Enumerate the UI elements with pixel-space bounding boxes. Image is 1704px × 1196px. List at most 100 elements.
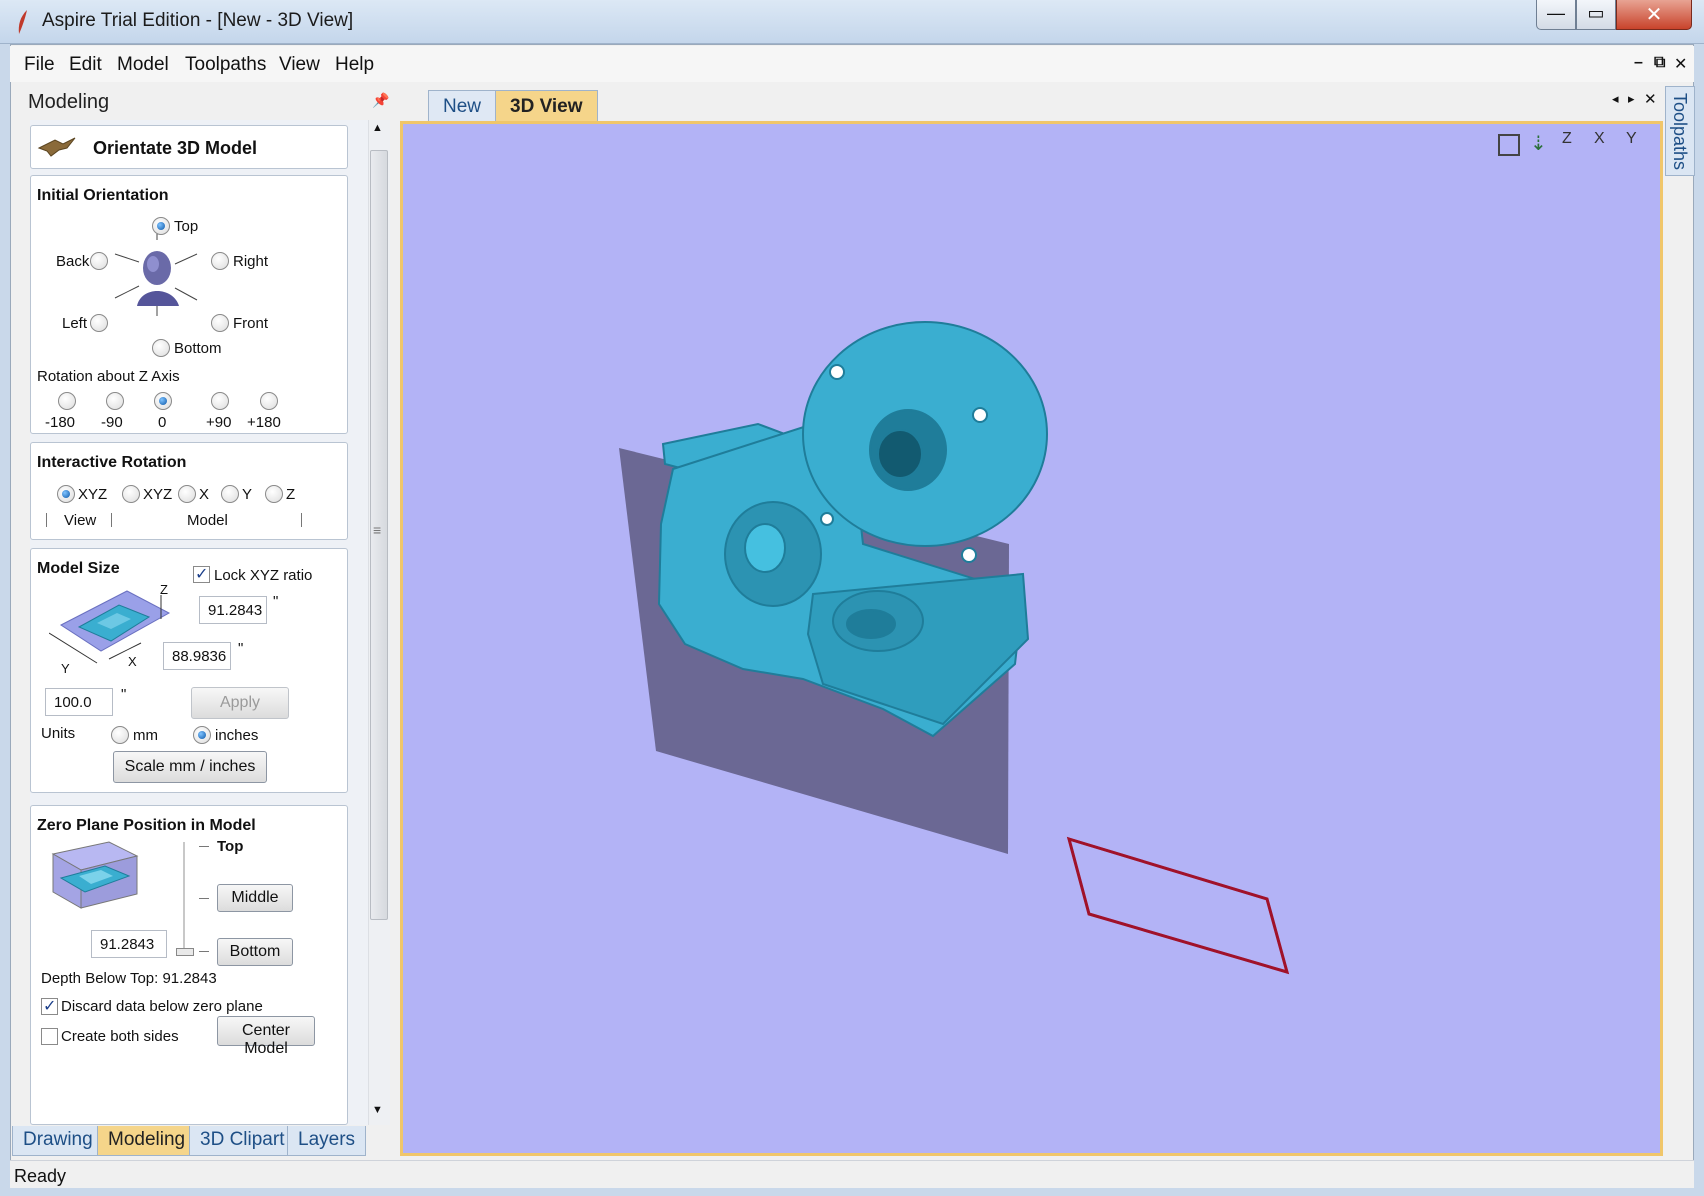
- zero-plane-slider-thumb[interactable]: [176, 948, 194, 956]
- axis-y-label: Y: [61, 661, 70, 676]
- maximize-button[interactable]: ▭: [1576, 0, 1616, 30]
- modeling-panel: Orientate 3D Model Initial Orientation T…: [30, 120, 368, 1125]
- scale-mm-inches-button[interactable]: Scale mm / inches: [113, 751, 267, 783]
- scroll-up-icon[interactable]: ▲: [372, 122, 383, 134]
- rotate-0-radio[interactable]: [154, 392, 172, 410]
- create-both-sides-checkbox[interactable]: [41, 1028, 58, 1045]
- tab-scroll-right-icon[interactable]: ▸: [1628, 91, 1635, 107]
- rotate-plus90-radio[interactable]: [211, 392, 229, 410]
- size-x-field[interactable]: 88.9836: [163, 642, 231, 670]
- orient-front-label: Front: [233, 315, 269, 332]
- tab-3d-clipart[interactable]: 3D Clipart: [189, 1126, 296, 1156]
- maximize-icon: ▭: [1587, 3, 1605, 23]
- rotate-model-xyz-radio[interactable]: [122, 485, 140, 503]
- doc-close-icon[interactable]: ✕: [1644, 90, 1657, 108]
- rotate-model-xyz-label: XYZ: [143, 486, 173, 503]
- iso-view-icon[interactable]: ⇣: [1530, 131, 1547, 156]
- mdi-close-button[interactable]: ✕: [1674, 54, 1687, 74]
- zero-plane-field[interactable]: 91.2843: [91, 930, 167, 958]
- rotate-view-xyz-label: XYZ: [78, 486, 108, 503]
- mdi-restore-button[interactable]: ⧉: [1654, 54, 1665, 72]
- tab-drawing[interactable]: Drawing: [12, 1126, 104, 1156]
- units-mm-radio[interactable]: [111, 726, 129, 744]
- tab-modeling[interactable]: Modeling: [97, 1126, 197, 1156]
- menu-bar: File Edit Model Toolpaths View Help – ⧉ …: [10, 46, 1694, 82]
- view-bracket-left: [46, 513, 47, 527]
- size-z-field[interactable]: 91.2843: [199, 596, 267, 624]
- zero-plane-group: Zero Plane Position in Model Top Middle …: [30, 805, 348, 1125]
- doc-tab-3d-view[interactable]: 3D View: [495, 90, 598, 122]
- orient-front-radio[interactable]: [211, 314, 229, 332]
- z-view-icon[interactable]: Z: [1562, 130, 1572, 148]
- lock-xyz-label: Lock XYZ ratio: [214, 567, 313, 584]
- depth-below-top-text: Depth Below Top: 91.2843: [41, 970, 217, 987]
- apply-button[interactable]: Apply: [191, 687, 289, 719]
- model-group-label: Model: [187, 512, 228, 529]
- scroll-down-icon[interactable]: ▼: [372, 1104, 383, 1116]
- center-model-button[interactable]: Center Model: [217, 1016, 315, 1057]
- orient-right-label: Right: [233, 253, 269, 270]
- zoom-extents-icon[interactable]: [1498, 134, 1520, 156]
- create-both-sides-label: Create both sides: [61, 1028, 179, 1045]
- middle-tick: [199, 898, 209, 899]
- 3d-viewport[interactable]: [403, 124, 1660, 1153]
- rotate-minus180-radio[interactable]: [58, 392, 76, 410]
- orientate-header: Orientate 3D Model: [30, 125, 348, 169]
- zero-bottom-button[interactable]: Bottom: [217, 938, 293, 966]
- interactive-rotation-group: Interactive Rotation XYZ XYZ X Y Z View …: [30, 442, 348, 540]
- orient-back-radio[interactable]: [90, 252, 108, 270]
- rotate-model-y-radio[interactable]: [221, 485, 239, 503]
- orient-left-label: Left: [62, 315, 88, 332]
- minimize-icon: —: [1547, 3, 1565, 23]
- size-y-field[interactable]: 100.0: [45, 688, 113, 716]
- rotate-0-label: 0: [158, 414, 167, 431]
- menu-view[interactable]: View: [279, 54, 320, 76]
- rotate-minus90-radio[interactable]: [106, 392, 124, 410]
- orient-bottom-label: Bottom: [174, 340, 222, 357]
- units-mm-label: mm: [133, 727, 158, 744]
- rotate-model-z-label: Z: [286, 486, 296, 503]
- menu-toolpaths[interactable]: Toolpaths: [185, 54, 266, 76]
- tab-layers[interactable]: Layers: [287, 1126, 367, 1156]
- rotate-view-xyz-radio[interactable]: [57, 485, 75, 503]
- material-outline: [1066, 836, 1290, 975]
- menu-file[interactable]: File: [24, 54, 55, 76]
- initial-orientation-group: Initial Orientation Top Back Right Left …: [30, 175, 348, 434]
- close-window-button[interactable]: ✕: [1616, 0, 1692, 30]
- discard-below-label: Discard data below zero plane: [61, 998, 263, 1015]
- zero-middle-button[interactable]: Middle: [217, 884, 293, 912]
- eagle-icon: [37, 137, 76, 157]
- zero-plane-title: Zero Plane Position in Model: [37, 817, 256, 834]
- orient-bottom-radio[interactable]: [152, 339, 170, 357]
- tab-scroll-left-icon[interactable]: ◂: [1612, 91, 1619, 107]
- menu-model[interactable]: Model: [117, 54, 169, 76]
- rotate-plus180-radio[interactable]: [260, 392, 278, 410]
- model-bracket-right: [301, 513, 302, 527]
- top-tick: [199, 846, 209, 847]
- rotate-model-x-radio[interactable]: [178, 485, 196, 503]
- orient-right-radio[interactable]: [211, 252, 229, 270]
- toolpaths-side-tab[interactable]: Toolpaths: [1665, 86, 1695, 176]
- rotate-plus90-label: +90: [206, 414, 232, 431]
- x-view-icon[interactable]: X: [1594, 130, 1605, 148]
- status-bar: Ready: [10, 1160, 1694, 1188]
- menu-edit[interactable]: Edit: [69, 54, 102, 76]
- mdi-minimize-button[interactable]: –: [1634, 54, 1643, 72]
- splitter-grip-icon[interactable]: ≡: [373, 522, 381, 538]
- lock-xyz-checkbox[interactable]: [193, 564, 210, 584]
- orient-left-radio[interactable]: [90, 314, 108, 332]
- discard-below-checkbox[interactable]: [41, 996, 58, 1016]
- units-inches-radio[interactable]: [193, 726, 211, 744]
- bust-orientation-icon: [114, 230, 198, 316]
- pin-icon[interactable]: 📌: [372, 92, 389, 109]
- orient-top-radio[interactable]: [152, 217, 170, 235]
- axis-z-label: Z: [160, 582, 168, 597]
- minimize-button[interactable]: —: [1536, 0, 1576, 30]
- window-title: Aspire Trial Edition - [New - 3D View]: [42, 10, 354, 31]
- doc-tab-new[interactable]: New: [428, 90, 497, 122]
- menu-help[interactable]: Help: [335, 54, 374, 76]
- y-view-icon[interactable]: Y: [1626, 130, 1637, 148]
- bottom-tick: [199, 951, 209, 952]
- zero-plane-car-icon: [51, 841, 139, 909]
- rotate-model-z-radio[interactable]: [265, 485, 283, 503]
